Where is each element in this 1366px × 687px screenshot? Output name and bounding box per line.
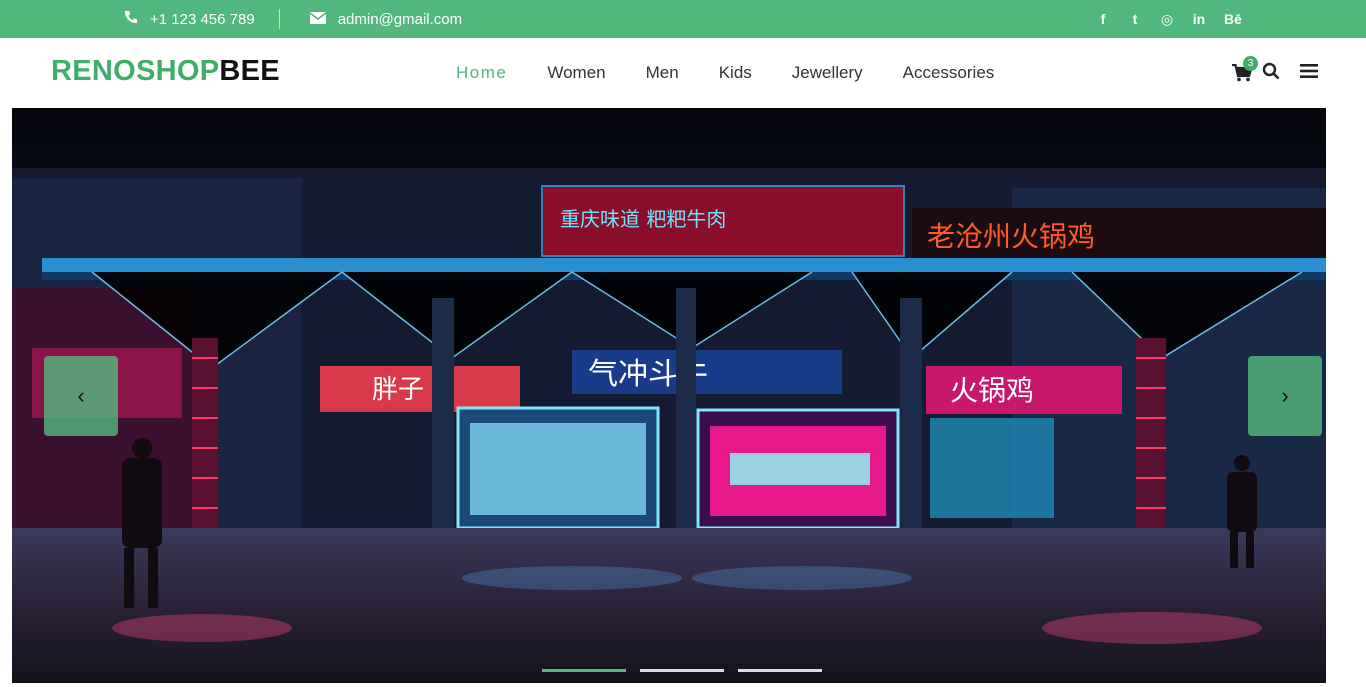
behance-icon[interactable]: Bē (1224, 11, 1242, 27)
cart-count-badge: 3 (1243, 55, 1258, 71)
sign-text-3: 火锅鸡 (950, 374, 1034, 407)
site-logo[interactable]: RENOSHOPBEE (51, 55, 280, 88)
sign-text-1: 重庆味道 粑粑牛肉 (560, 207, 726, 231)
chevron-left-icon: ‹ (77, 383, 85, 408)
nav-link-kids[interactable]: Kids (719, 63, 752, 83)
phone-contact[interactable]: +1 123 456 789 (124, 10, 255, 28)
twitter-icon[interactable]: t (1128, 11, 1142, 27)
slider-dot-1[interactable] (542, 669, 626, 672)
logo-part-2: BEE (219, 55, 280, 87)
instagram-icon[interactable]: ◎ (1160, 11, 1174, 28)
search-icon[interactable] (1262, 62, 1280, 85)
menu-icon[interactable] (1300, 63, 1318, 84)
linkedin-icon[interactable]: in (1192, 11, 1206, 27)
phone-number: +1 123 456 789 (150, 10, 255, 28)
top-bar: +1 123 456 789 admin@gmail.com f t ◎ in Bē (0, 0, 1366, 38)
nav-link-women[interactable]: Women (547, 63, 605, 83)
nav-link-jewellery[interactable]: Jewellery (792, 63, 863, 83)
cart-button[interactable]: 3 (1232, 55, 1258, 84)
main-nav: Home Women Men Kids Jewellery Accessories (456, 38, 1034, 108)
envelope-icon (309, 11, 327, 28)
phone-icon (124, 10, 138, 28)
nav-link-accessories[interactable]: Accessories (903, 63, 995, 83)
email-contact[interactable]: admin@gmail.com (309, 10, 463, 28)
chevron-right-icon: › (1281, 383, 1289, 408)
main-header: RENOSHOPBEE Home Women Men Kids Jewellery Acc… (0, 38, 1366, 108)
slider-next-button[interactable]: › (1248, 356, 1322, 436)
slider-dot-2[interactable] (640, 669, 724, 672)
contact-divider (278, 9, 280, 29)
hero-image: 重庆味道 粑粑牛肉 老沧州火锅鸡 胖子 气冲斗牛 火锅鸡 (12, 108, 1326, 683)
slider-prev-button[interactable]: ‹ (44, 356, 118, 436)
nav-link-home[interactable]: Home (456, 63, 507, 83)
email-address: admin@gmail.com (337, 10, 463, 28)
social-links: f t ◎ in Bē (1096, 0, 1242, 38)
nav-link-men[interactable]: Men (646, 63, 679, 83)
header-icons: 3 (1232, 55, 1318, 85)
hero-slider: 重庆味道 粑粑牛肉 老沧州火锅鸡 胖子 气冲斗牛 火锅鸡 ‹ › (12, 108, 1326, 683)
logo-part-1: RENOSHOP (51, 55, 220, 87)
slider-dots (542, 669, 822, 672)
slider-dot-3[interactable] (738, 669, 822, 672)
sign-text-2: 老沧州火锅鸡 (927, 220, 1095, 253)
svg-text:胖子: 胖子 (372, 375, 424, 405)
contact-info: +1 123 456 789 admin@gmail.com (124, 0, 462, 38)
facebook-icon[interactable]: f (1096, 11, 1110, 27)
